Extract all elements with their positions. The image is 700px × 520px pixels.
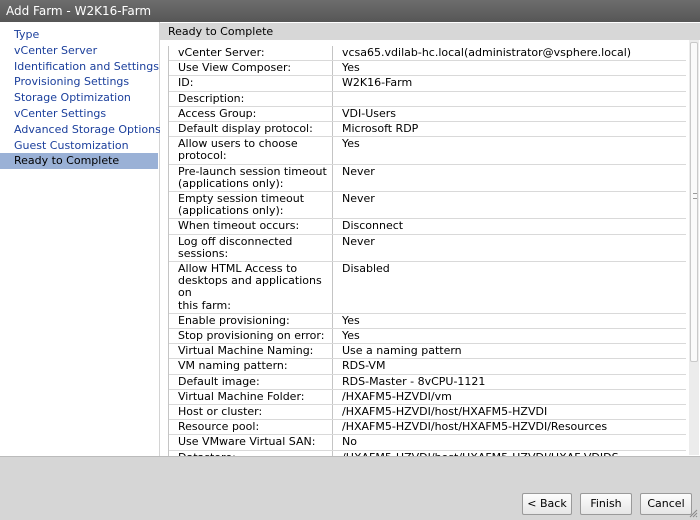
wizard-footer: < Back Finish Cancel xyxy=(0,456,700,520)
row-value: vcsa65.vdilab-hc.local(administrator@vsp… xyxy=(342,46,632,59)
sidebar-item-advanced-storage-options[interactable]: Advanced Storage Options xyxy=(0,122,161,138)
table-row: Use View Composer: Yes xyxy=(169,61,686,77)
sidebar-item-vcenter-server[interactable]: vCenter Server xyxy=(0,43,159,59)
sidebar-item-provisioning-settings[interactable]: Provisioning Settings xyxy=(0,74,159,90)
resize-grip-icon[interactable] xyxy=(688,508,698,518)
table-row: Use VMware Virtual SAN: No xyxy=(169,435,686,451)
row-label: Resource pool: xyxy=(169,420,333,435)
table-row: Allow users to choose protocol: Yes xyxy=(169,137,686,165)
row-value: Yes xyxy=(342,61,360,75)
row-value: Yes xyxy=(342,313,360,327)
row-value: /HXAFM5-HZVDI/vm xyxy=(342,389,452,403)
row-label: Access Group: xyxy=(169,106,333,122)
table-row: Log off disconnected sessions: Never xyxy=(169,234,686,263)
row-label: Host or cluster: xyxy=(169,405,333,420)
table-row: ID: W2K16-Farm xyxy=(169,76,686,92)
cancel-button[interactable]: Cancel xyxy=(640,493,692,515)
row-value: /HXAFM5-HZVDI/host/HXAFM5-HZVDI/Resource… xyxy=(342,420,608,434)
row-label: Stop provisioning on error: xyxy=(169,329,333,344)
row-value: Use a naming pattern xyxy=(342,344,462,358)
row-label: Default image: xyxy=(169,374,333,389)
row-value: Never xyxy=(342,234,375,248)
row-label: VM naming pattern: xyxy=(169,359,333,374)
row-label: Empty session timeout (applications only)… xyxy=(169,192,333,219)
table-row: Access Group: VDI-Users xyxy=(169,106,686,123)
back-button[interactable]: < Back xyxy=(522,493,572,515)
row-value: /HXAFM5-HZVDI/host/HXAFM5-HZVDI xyxy=(342,405,548,419)
row-label: Enable provisioning: xyxy=(169,313,333,329)
row-value xyxy=(333,92,686,106)
table-row: Description: xyxy=(169,91,686,107)
table-row: Host or cluster: /HXAFM5-HZVDI/host/HXAFM… xyxy=(169,405,686,421)
row-label: When timeout occurs: xyxy=(169,219,333,234)
row-value: W2K16-Farm xyxy=(342,76,413,90)
table-row: When timeout occurs: Disconnect xyxy=(169,219,686,235)
row-label: Allow HTML Access to desktops and applica… xyxy=(169,262,333,313)
table-row: Stop provisioning on error: Yes xyxy=(169,329,686,345)
row-value: Microsoft RDP xyxy=(342,122,419,136)
sidebar-item-ready-to-complete[interactable]: Ready to Complete xyxy=(0,153,158,170)
row-label: Default display protocol: xyxy=(169,122,333,137)
table-row: Default display protocol: Microsoft RDP xyxy=(169,122,686,138)
row-label: vCenter Server: xyxy=(169,46,333,61)
table-row: Default image: RDS-Master - 8vCPU-1121 xyxy=(169,374,686,390)
row-label: Description: xyxy=(169,91,333,106)
row-value: Never xyxy=(342,164,375,178)
row-label: Virtual Machine Naming: xyxy=(169,344,333,359)
table-row: Virtual Machine Naming: Use a naming patt… xyxy=(169,344,686,360)
row-label: Allow users to choose protocol: xyxy=(169,137,333,164)
row-value: Never xyxy=(342,192,375,206)
table-row: Virtual Machine Folder: /HXAFM5-HZVDI/vm xyxy=(169,389,686,406)
table-row: Pre-launch session timeout (applications … xyxy=(169,164,686,193)
row-value: Yes xyxy=(342,137,360,151)
vertical-scrollbar[interactable] xyxy=(689,40,699,455)
table-row: Resource pool: /HXAFM5-HZVDI/host/HXAFM5-… xyxy=(169,420,686,436)
table-row: Enable provisioning: Yes xyxy=(169,313,686,330)
row-value: Disabled xyxy=(342,262,390,276)
table-row: VM naming pattern: RDS-VM xyxy=(169,359,686,375)
sidebar-item-storage-optimization[interactable]: Storage Optimization xyxy=(0,90,159,106)
row-label: ID: xyxy=(169,76,333,91)
sidebar-item-type[interactable]: Type xyxy=(0,27,159,43)
row-label: Log off disconnected sessions: xyxy=(169,234,333,262)
finish-button[interactable]: Finish xyxy=(580,493,632,515)
row-label: Use View Composer: xyxy=(169,61,333,76)
window-titlebar: Add Farm - W2K16-Farm xyxy=(0,0,700,22)
section-header: Ready to Complete xyxy=(160,23,700,40)
scrollbar-thumb[interactable] xyxy=(690,42,698,362)
row-label: Virtual Machine Folder: xyxy=(169,389,333,405)
table-row: Empty session timeout (applications only)… xyxy=(169,192,686,220)
row-label: Pre-launch session timeout (applications … xyxy=(169,164,333,192)
sidebar-item-vcenter-settings[interactable]: vCenter Settings xyxy=(0,106,159,122)
row-value: RDS-Master - 8vCPU-1121 xyxy=(342,374,486,388)
table-row: vCenter Server: vcsa65.vdilab-hc.local(ad… xyxy=(169,46,686,62)
row-value: VDI-Users xyxy=(342,106,397,120)
row-value: Yes xyxy=(342,329,360,343)
sidebar-item-identification-settings[interactable]: Identification and Settings xyxy=(0,59,159,75)
main-panel: Ready to Complete vCenter Server: vcsa65.… xyxy=(160,22,700,456)
table-row: Allow HTML Access to desktops and applica… xyxy=(169,262,686,314)
row-label: Use VMware Virtual SAN: xyxy=(169,435,333,450)
window-title: Add Farm - W2K16-Farm xyxy=(6,4,152,18)
wizard-sidebar: Type vCenter Server Identification and S… xyxy=(0,22,161,456)
grip-icon xyxy=(693,193,697,199)
row-value: No xyxy=(342,435,357,449)
summary-table: vCenter Server: vcsa65.vdilab-hc.local(ad… xyxy=(168,46,686,456)
sidebar-item-guest-customization[interactable]: Guest Customization xyxy=(0,138,159,154)
row-value: Disconnect xyxy=(342,219,404,233)
row-value: RDS-VM xyxy=(342,359,386,373)
